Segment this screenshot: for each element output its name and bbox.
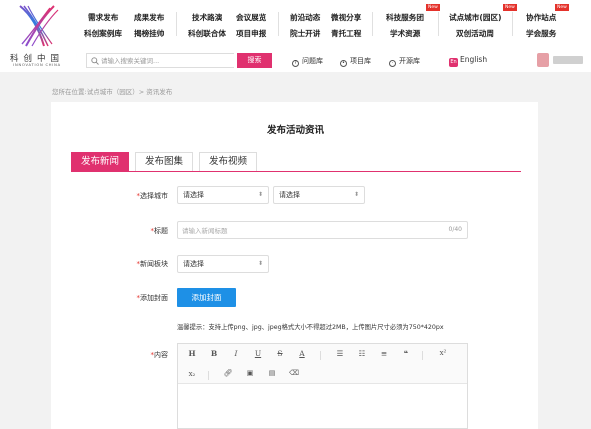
language-icon: En — [449, 58, 458, 67]
tab-publish-video[interactable]: 发布视频 — [199, 152, 257, 172]
user-avatar[interactable] — [537, 53, 549, 67]
logo-english-text: INNOVATION CHINA — [13, 63, 61, 67]
nav-innovation-consortium[interactable]: 科创联合体 — [188, 28, 226, 39]
link-icon[interactable]: 🔗︎ — [222, 369, 234, 377]
search-box — [86, 53, 234, 68]
logo-mark-icon — [19, 5, 59, 47]
ordered-list-icon[interactable]: ☰ — [334, 349, 346, 358]
open-source-library-link[interactable]: · 开源库 — [389, 56, 420, 67]
title-input[interactable] — [182, 225, 432, 236]
nav-divider — [278, 12, 279, 36]
nav-demand-release[interactable]: 需求发布 — [88, 12, 118, 23]
video-icon[interactable]: ▤ — [266, 369, 278, 377]
nav-divider — [176, 12, 177, 36]
nav-divider — [438, 12, 439, 36]
unordered-list-icon[interactable]: ☷ — [356, 349, 368, 358]
image-icon[interactable]: ▣ — [244, 369, 256, 377]
bold-button[interactable]: B — [208, 349, 220, 358]
nav-frontier-news[interactable]: 前沿动态 — [290, 12, 320, 23]
clear-format-icon[interactable]: ⌫ — [288, 369, 300, 377]
question-library-link[interactable]: ? 问题库 — [292, 56, 323, 67]
site-logo[interactable]: 科创中国 INNOVATION CHINA — [4, 4, 68, 70]
tab-publish-news[interactable]: 发布新闻 — [71, 152, 129, 172]
nav-academician-lectures[interactable]: 院士开讲 — [290, 28, 320, 39]
superscript-button[interactable]: x² — [437, 349, 449, 357]
section-label: *新闻板块 — [136, 260, 169, 268]
user-name-blurred[interactable] — [553, 56, 583, 64]
nav-service-team[interactable]: 科技服务团 — [386, 12, 424, 23]
rich-text-editor[interactable]: H B I U S A ☰ ☷ ≡ ❝ x² x₂ 🔗︎ ▣ ▤ ⌫ — [177, 343, 468, 429]
heading-button[interactable]: H — [186, 349, 198, 358]
city-province-select[interactable]: 请选择 ⬍ — [177, 186, 269, 204]
news-section-select[interactable]: 请选择 ⬍ — [177, 255, 269, 273]
project-icon: • — [340, 60, 347, 67]
search-button[interactable]: 搜索 — [237, 53, 272, 68]
question-library-label: 问题库 — [302, 57, 323, 65]
language-label: English — [460, 55, 488, 64]
add-cover-button[interactable]: 添加封面 — [177, 288, 236, 307]
city-district-select[interactable]: 请选择 ⬍ — [273, 186, 365, 204]
project-library-label: 项目库 — [350, 57, 371, 65]
subscript-button[interactable]: x₂ — [186, 370, 198, 378]
page-title: 发布活动资讯 — [266, 125, 324, 136]
nav-achievement-release[interactable]: 成果发布 — [134, 12, 164, 23]
new-badge: New — [503, 4, 517, 11]
title-label: *标题 — [150, 227, 169, 235]
nav-divider — [372, 12, 373, 36]
nav-case-library[interactable]: 科创案例库 — [84, 28, 122, 39]
nav-society-services[interactable]: 学会服务 — [526, 28, 556, 39]
blockquote-icon[interactable]: ❝ — [400, 349, 412, 358]
new-badge: New — [426, 4, 440, 11]
chevron-up-down-icon: ⬍ — [353, 191, 359, 198]
toolbar-divider — [320, 351, 321, 360]
cover-label: *添加封面 — [136, 294, 169, 302]
nav-micro-video[interactable]: 微视分享 — [331, 12, 361, 23]
italic-button[interactable]: I — [230, 349, 242, 358]
language-switch[interactable]: En English — [449, 55, 487, 67]
tab-underline — [71, 171, 521, 172]
search-icon — [91, 57, 99, 65]
project-library-link[interactable]: • 项目库 — [340, 56, 371, 67]
toolbar-divider — [422, 351, 423, 360]
font-color-button[interactable]: A — [296, 349, 308, 358]
tab-publish-gallery[interactable]: 发布图集 — [135, 152, 193, 172]
nav-academic-resources[interactable]: 学术资源 — [390, 28, 420, 39]
new-badge: New — [555, 4, 569, 11]
question-icon: ? — [292, 60, 299, 67]
toolbar-divider — [208, 371, 209, 380]
open-source-library-label: 开源库 — [399, 57, 420, 65]
strikethrough-button[interactable]: S — [274, 349, 286, 358]
nav-pilot-cities[interactable]: 试点城市(园区) — [449, 12, 502, 23]
underline-button[interactable]: U — [252, 349, 264, 358]
editor-toolbar: H B I U S A ☰ ☷ ≡ ❝ x² x₂ 🔗︎ ▣ ▤ ⌫ — [178, 344, 467, 384]
nav-project-application[interactable]: 项目申报 — [236, 28, 266, 39]
align-icon[interactable]: ≡ — [378, 349, 390, 358]
nav-youth-program[interactable]: 青托工程 — [331, 28, 361, 39]
nav-exhibitions[interactable]: 会议展览 — [236, 12, 266, 23]
cover-upload-tip: 温馨提示：支持上传png、jpg、jpeg格式大小不得超过2MB，上传图片尺寸必… — [177, 324, 444, 331]
nav-innovation-week[interactable]: 双创活动周 — [456, 28, 494, 39]
nav-open-competition[interactable]: 揭榜挂帅 — [134, 28, 164, 39]
breadcrumb: 您所在位置:试点城市（园区）> 资讯发布 — [52, 88, 173, 96]
title-field: 0/40 — [177, 221, 468, 239]
city-label: *选择城市 — [136, 192, 169, 200]
content-label: *内容 — [150, 351, 169, 359]
search-input[interactable] — [101, 55, 231, 66]
nav-tech-roadshow[interactable]: 技术路演 — [192, 12, 222, 23]
open-source-icon: · — [389, 60, 396, 67]
nav-divider — [512, 12, 513, 36]
title-char-counter: 0/40 — [448, 226, 462, 233]
chevron-up-down-icon: ⬍ — [257, 260, 263, 267]
nav-collaboration-sites[interactable]: 协作站点 — [526, 12, 556, 23]
chevron-up-down-icon: ⬍ — [257, 191, 263, 198]
site-header: 科创中国 INNOVATION CHINA 需求发布 科创案例库 成果发布 揭榜… — [0, 0, 591, 72]
